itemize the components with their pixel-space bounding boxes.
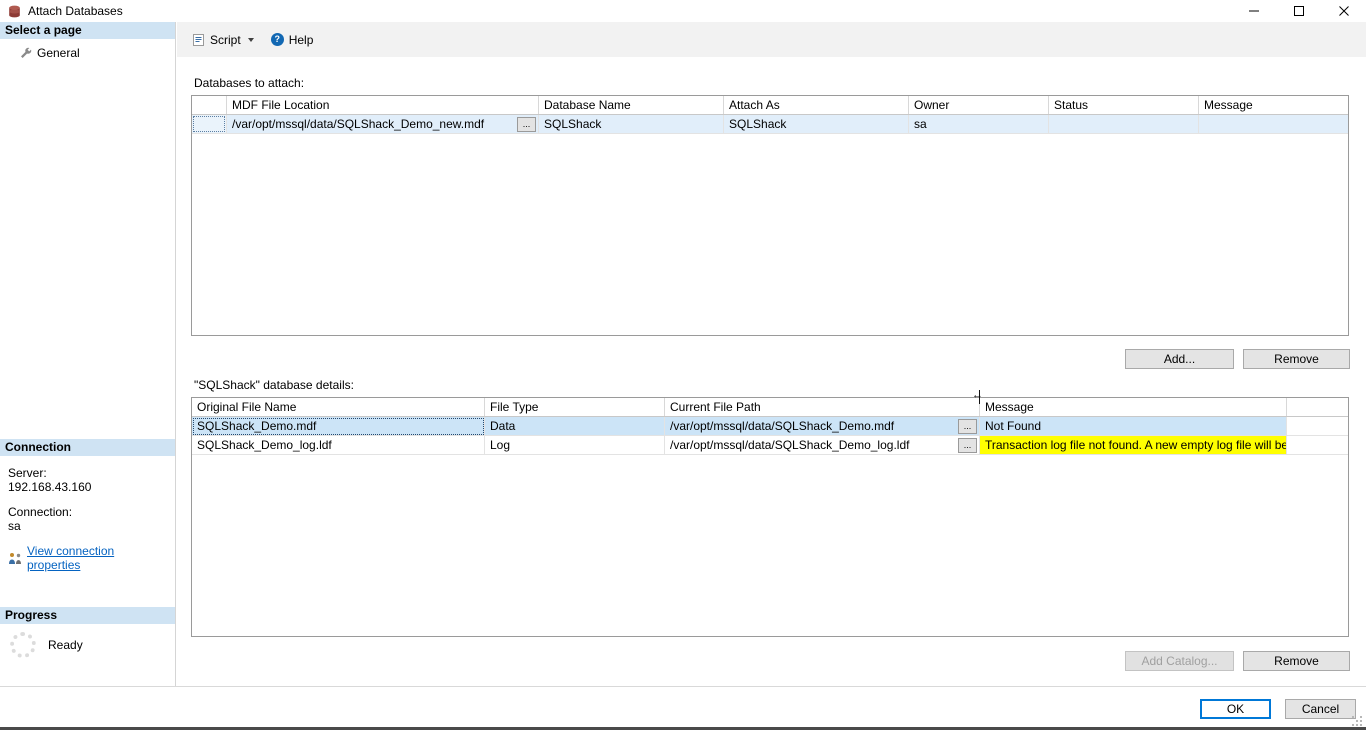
row-selector-header[interactable] (192, 96, 227, 114)
window-title: Attach Databases (28, 4, 123, 18)
help-button-label: Help (289, 33, 314, 47)
col-header-details-message[interactable]: Message (980, 398, 1287, 416)
row-selector-cell[interactable] (192, 115, 227, 134)
cancel-button[interactable]: Cancel (1285, 699, 1356, 719)
minimize-icon (1249, 6, 1259, 16)
help-icon: ? (271, 33, 284, 46)
connection-value: sa (8, 519, 167, 533)
col-header-original-file-name[interactable]: Original File Name (192, 398, 485, 416)
wrench-icon (20, 47, 32, 59)
close-icon (1339, 6, 1349, 16)
file-type-cell[interactable]: Data (485, 417, 665, 436)
owner-cell[interactable]: sa (909, 115, 1049, 134)
browse-mdf-button[interactable]: ... (517, 117, 536, 132)
progress-panel: Ready (0, 624, 175, 658)
column-resize-cursor: ↔ (972, 390, 988, 404)
grip-dots (1352, 716, 1354, 718)
message-cell[interactable] (1199, 115, 1348, 134)
col-header-database-name[interactable]: Database Name (539, 96, 724, 114)
mdf-file-path: /var/opt/mssql/data/SQLShack_Demo_new.md… (232, 115, 484, 133)
connection-label: Connection: (8, 505, 167, 519)
database-details-label: "SQLShack" database details: (194, 378, 354, 392)
browse-data-file-button[interactable]: ... (958, 419, 977, 434)
content-panel: Script ? Help Databases to attach: MDF F… (177, 22, 1366, 686)
original-file-name-cell[interactable]: SQLShack_Demo_log.ldf (192, 436, 485, 455)
col-header-file-type[interactable]: File Type (485, 398, 665, 416)
filler-cell (1287, 417, 1348, 436)
col-header-current-file-path[interactable]: Current File Path (665, 398, 980, 416)
database-details-grid: Original File Name File Type Current Fil… (191, 397, 1349, 637)
remove-details-button[interactable]: Remove (1243, 651, 1350, 671)
cursor-arrows: ↔ (972, 389, 983, 401)
minimize-button[interactable] (1231, 0, 1276, 22)
current-file-path: /var/opt/mssql/data/SQLShack_Demo_log.ld… (670, 436, 909, 454)
close-button[interactable] (1321, 0, 1366, 22)
mdf-file-location-cell[interactable]: /var/opt/mssql/data/SQLShack_Demo_new.md… (227, 115, 539, 134)
select-a-page-header: Select a page (0, 22, 175, 39)
current-file-path: /var/opt/mssql/data/SQLShack_Demo.mdf (670, 417, 894, 435)
toolbar: Script ? Help (177, 22, 1366, 57)
window-controls (1231, 0, 1366, 22)
script-button[interactable]: Script (187, 28, 259, 52)
add-catalog-button: Add Catalog... (1125, 651, 1234, 671)
view-connection-properties-row: View connection properties (8, 544, 167, 572)
help-button[interactable]: ? Help (265, 28, 320, 52)
current-file-path-cell[interactable]: /var/opt/mssql/data/SQLShack_Demo.mdf ..… (665, 417, 980, 436)
details-grid-header: Original File Name File Type Current Fil… (192, 398, 1348, 417)
progress-spinner-icon (10, 632, 36, 658)
dialog-body: Select a page General Connection Server:… (0, 22, 1366, 727)
attach-grid-header: MDF File Location Database Name Attach A… (192, 96, 1348, 115)
row-focus-rect (194, 117, 224, 131)
col-header-filler (1287, 398, 1348, 416)
maximize-button[interactable] (1276, 0, 1321, 22)
status-cell[interactable] (1049, 115, 1199, 134)
browse-log-file-button[interactable]: ... (958, 438, 977, 453)
add-button[interactable]: Add... (1125, 349, 1234, 369)
col-header-status[interactable]: Status (1049, 96, 1199, 114)
attach-as-cell[interactable]: SQLShack (724, 115, 909, 134)
sidebar-item-general[interactable]: General (0, 44, 175, 62)
file-type-cell[interactable]: Log (485, 436, 665, 455)
server-value: 192.168.43.160 (8, 480, 167, 494)
message-warning-cell[interactable]: Transaction log file not found. A new em… (980, 436, 1287, 455)
databases-to-attach-label: Databases to attach: (194, 76, 304, 90)
footer: OK Cancel (0, 686, 1366, 729)
filler-cell (1287, 436, 1348, 455)
attach-databases-dialog: Attach Databases Select a page General (0, 0, 1366, 730)
message-not-found-cell[interactable]: Not Found (980, 417, 1287, 436)
details-grid-row-mdf[interactable]: SQLShack_Demo.mdf Data /var/opt/mssql/da… (192, 417, 1348, 436)
progress-header: Progress (0, 607, 175, 624)
attach-grid-row[interactable]: /var/opt/mssql/data/SQLShack_Demo_new.md… (192, 115, 1348, 134)
maximize-icon (1294, 6, 1304, 16)
col-header-mdf-file-location[interactable]: MDF File Location (227, 96, 539, 114)
server-label: Server: (8, 466, 167, 480)
details-grid-row-log[interactable]: SQLShack_Demo_log.ldf Log /var/opt/mssql… (192, 436, 1348, 455)
view-connection-properties-link[interactable]: View connection properties (27, 544, 167, 572)
connection-header: Connection (0, 439, 175, 456)
sidebar-item-general-label: General (37, 46, 80, 60)
current-file-path-cell[interactable]: /var/opt/mssql/data/SQLShack_Demo_log.ld… (665, 436, 980, 455)
remove-button[interactable]: Remove (1243, 349, 1350, 369)
titlebar: Attach Databases (0, 0, 1366, 22)
script-icon (192, 33, 205, 47)
view-connection-properties-icon (8, 552, 22, 565)
database-name-cell[interactable]: SQLShack (539, 115, 724, 134)
original-file-name-cell[interactable]: SQLShack_Demo.mdf (192, 417, 485, 436)
col-header-attach-as[interactable]: Attach As (724, 96, 909, 114)
resize-grip[interactable] (1352, 716, 1364, 728)
sidebar: Select a page General Connection Server:… (0, 22, 176, 686)
database-icon (8, 5, 21, 18)
script-dropdown-arrow-icon[interactable] (248, 38, 254, 42)
connection-panel: Server: 192.168.43.160 Connection: sa Vi… (0, 458, 175, 572)
col-header-message[interactable]: Message (1199, 96, 1348, 114)
attach-databases-grid: MDF File Location Database Name Attach A… (191, 95, 1349, 336)
col-header-owner[interactable]: Owner (909, 96, 1049, 114)
progress-status: Ready (48, 638, 83, 652)
script-button-label: Script (210, 33, 241, 47)
ok-button[interactable]: OK (1200, 699, 1271, 719)
